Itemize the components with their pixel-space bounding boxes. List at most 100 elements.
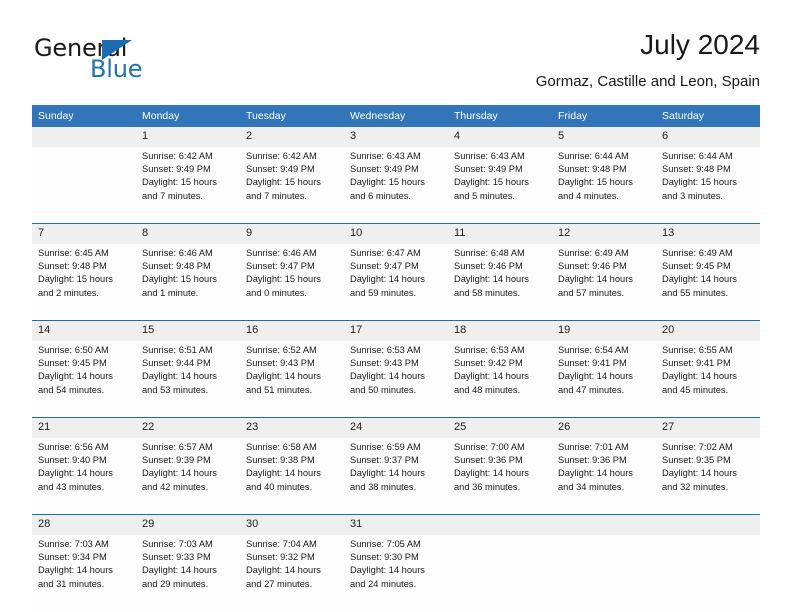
day-cell[interactable]: Sunrise: 6:45 AM Sunset: 9:48 PM Daylight:… [32,244,136,320]
sunrise-text: Sunrise: 6:50 AM [38,345,109,355]
day-cell[interactable]: Sunrise: 7:04 AM Sunset: 9:32 PM Daylight:… [240,535,344,611]
daylight-text-line1: Daylight: 15 hours [142,177,217,188]
day-number[interactable]: 8 [136,224,240,244]
day-number[interactable]: 25 [448,418,552,438]
day-cell[interactable]: Sunrise: 6:48 AM Sunset: 9:46 PM Daylight:… [448,244,552,320]
daylight-text-line2: and 43 minutes. [38,481,105,492]
daylight-text-line1: Daylight: 14 hours [38,468,113,479]
day-cell[interactable]: Sunrise: 7:02 AM Sunset: 9:35 PM Daylight:… [656,438,760,514]
daylight-text-line2: and 29 minutes. [142,578,209,589]
sunset-text: Sunset: 9:34 PM [38,552,107,563]
day-number[interactable]: 9 [240,224,344,244]
daylight-text-line1: Daylight: 15 hours [454,177,529,188]
day-number[interactable]: 13 [656,224,760,244]
day-number[interactable]: 18 [448,321,552,341]
day-number[interactable]: 11 [448,224,552,244]
sunset-text: Sunset: 9:37 PM [350,455,419,466]
day-number[interactable]: 5 [552,127,656,147]
day-cell[interactable]: Sunrise: 6:57 AM Sunset: 9:39 PM Daylight:… [136,438,240,514]
day-cell[interactable]: Sunrise: 7:03 AM Sunset: 9:33 PM Daylight:… [136,535,240,611]
daylight-text-line2: and 0 minutes. [246,287,307,298]
daylight-text-line2: and 58 minutes. [454,287,521,298]
day-cell[interactable]: Sunrise: 6:49 AM Sunset: 9:45 PM Daylight:… [656,244,760,320]
day-number-empty [448,515,552,535]
sunrise-text: Sunrise: 6:45 AM [38,248,109,258]
day-number[interactable]: 20 [656,321,760,341]
sunrise-text: Sunrise: 7:01 AM [558,442,629,452]
day-number[interactable]: 23 [240,418,344,438]
day-cell[interactable]: Sunrise: 6:44 AM Sunset: 9:48 PM Daylight:… [552,147,656,223]
sunrise-text: Sunrise: 6:56 AM [38,442,109,452]
daylight-text-line1: Daylight: 14 hours [558,468,633,479]
day-number[interactable]: 28 [32,515,136,535]
daylight-text-line2: and 3 minutes. [662,190,723,201]
sunset-text: Sunset: 9:48 PM [38,261,107,272]
day-number[interactable]: 4 [448,127,552,147]
sunrise-text: Sunrise: 6:53 AM [454,345,525,355]
day-cell[interactable]: Sunrise: 6:56 AM Sunset: 9:40 PM Daylight:… [32,438,136,514]
day-cell[interactable]: Sunrise: 7:03 AM Sunset: 9:34 PM Daylight:… [32,535,136,611]
day-number[interactable]: 2 [240,127,344,147]
brand-logo[interactable]: General Blue [32,28,232,88]
day-cell[interactable]: Sunrise: 6:53 AM Sunset: 9:43 PM Daylight:… [344,341,448,417]
sunrise-text: Sunrise: 7:02 AM [662,442,733,452]
day-number[interactable]: 12 [552,224,656,244]
day-cell[interactable]: Sunrise: 6:50 AM Sunset: 9:45 PM Daylight:… [32,341,136,417]
sunrise-text: Sunrise: 6:46 AM [246,248,317,258]
day-number[interactable]: 21 [32,418,136,438]
sunrise-text: Sunrise: 7:00 AM [454,442,525,452]
sunrise-text: Sunrise: 6:54 AM [558,345,629,355]
day-number[interactable]: 16 [240,321,344,341]
day-number[interactable]: 10 [344,224,448,244]
daylight-text-line1: Daylight: 14 hours [350,565,425,576]
day-number[interactable]: 27 [656,418,760,438]
day-cell-empty [552,535,656,611]
day-cell[interactable]: Sunrise: 6:55 AM Sunset: 9:41 PM Daylight:… [656,341,760,417]
day-number[interactable]: 1 [136,127,240,147]
day-number-row: 14 15 16 17 18 19 20 [32,321,760,341]
day-number[interactable]: 6 [656,127,760,147]
day-number[interactable]: 31 [344,515,448,535]
daylight-text-line1: Daylight: 14 hours [38,371,113,382]
daylight-text-line2: and 40 minutes. [246,481,313,492]
day-cell[interactable]: Sunrise: 7:00 AM Sunset: 9:36 PM Daylight:… [448,438,552,514]
sunset-text: Sunset: 9:35 PM [662,455,731,466]
day-cell[interactable]: Sunrise: 6:51 AM Sunset: 9:44 PM Daylight:… [136,341,240,417]
day-cell[interactable]: Sunrise: 6:46 AM Sunset: 9:47 PM Daylight:… [240,244,344,320]
day-number[interactable]: 22 [136,418,240,438]
day-cell[interactable]: Sunrise: 6:59 AM Sunset: 9:37 PM Daylight:… [344,438,448,514]
sunset-text: Sunset: 9:44 PM [142,358,211,369]
day-cell[interactable]: Sunrise: 6:44 AM Sunset: 9:48 PM Daylight:… [656,147,760,223]
day-number[interactable]: 17 [344,321,448,341]
day-cell[interactable]: Sunrise: 6:49 AM Sunset: 9:46 PM Daylight:… [552,244,656,320]
day-number[interactable]: 15 [136,321,240,341]
day-cell[interactable]: Sunrise: 6:43 AM Sunset: 9:49 PM Daylight:… [448,147,552,223]
day-number-row: 28 29 30 31 [32,515,760,535]
weekday-header-thursday: Thursday [448,105,552,127]
day-number[interactable]: 30 [240,515,344,535]
day-cell[interactable]: Sunrise: 6:54 AM Sunset: 9:41 PM Daylight:… [552,341,656,417]
day-number[interactable]: 14 [32,321,136,341]
sunset-text: Sunset: 9:47 PM [350,261,419,272]
day-number[interactable]: 29 [136,515,240,535]
day-cell[interactable]: Sunrise: 6:42 AM Sunset: 9:49 PM Daylight:… [136,147,240,223]
daylight-text-line1: Daylight: 14 hours [662,274,737,285]
day-number[interactable]: 3 [344,127,448,147]
day-number[interactable]: 19 [552,321,656,341]
day-cell[interactable]: Sunrise: 7:01 AM Sunset: 9:36 PM Daylight:… [552,438,656,514]
daylight-text-line1: Daylight: 15 hours [246,274,321,285]
day-cell[interactable]: Sunrise: 6:43 AM Sunset: 9:49 PM Daylight:… [344,147,448,223]
day-number[interactable]: 26 [552,418,656,438]
day-cell[interactable]: Sunrise: 6:53 AM Sunset: 9:42 PM Daylight:… [448,341,552,417]
daylight-text-line2: and 5 minutes. [454,190,515,201]
day-cell[interactable]: Sunrise: 6:42 AM Sunset: 9:49 PM Daylight:… [240,147,344,223]
day-cell[interactable]: Sunrise: 6:52 AM Sunset: 9:43 PM Daylight:… [240,341,344,417]
day-number[interactable]: 7 [32,224,136,244]
day-cell[interactable]: Sunrise: 6:47 AM Sunset: 9:47 PM Daylight:… [344,244,448,320]
day-cell[interactable]: Sunrise: 6:58 AM Sunset: 9:38 PM Daylight:… [240,438,344,514]
daylight-text-line2: and 31 minutes. [38,578,105,589]
day-cell[interactable]: Sunrise: 7:05 AM Sunset: 9:30 PM Daylight:… [344,535,448,611]
day-cell[interactable]: Sunrise: 6:46 AM Sunset: 9:48 PM Daylight:… [136,244,240,320]
day-number[interactable]: 24 [344,418,448,438]
sunset-text: Sunset: 9:32 PM [246,552,315,563]
